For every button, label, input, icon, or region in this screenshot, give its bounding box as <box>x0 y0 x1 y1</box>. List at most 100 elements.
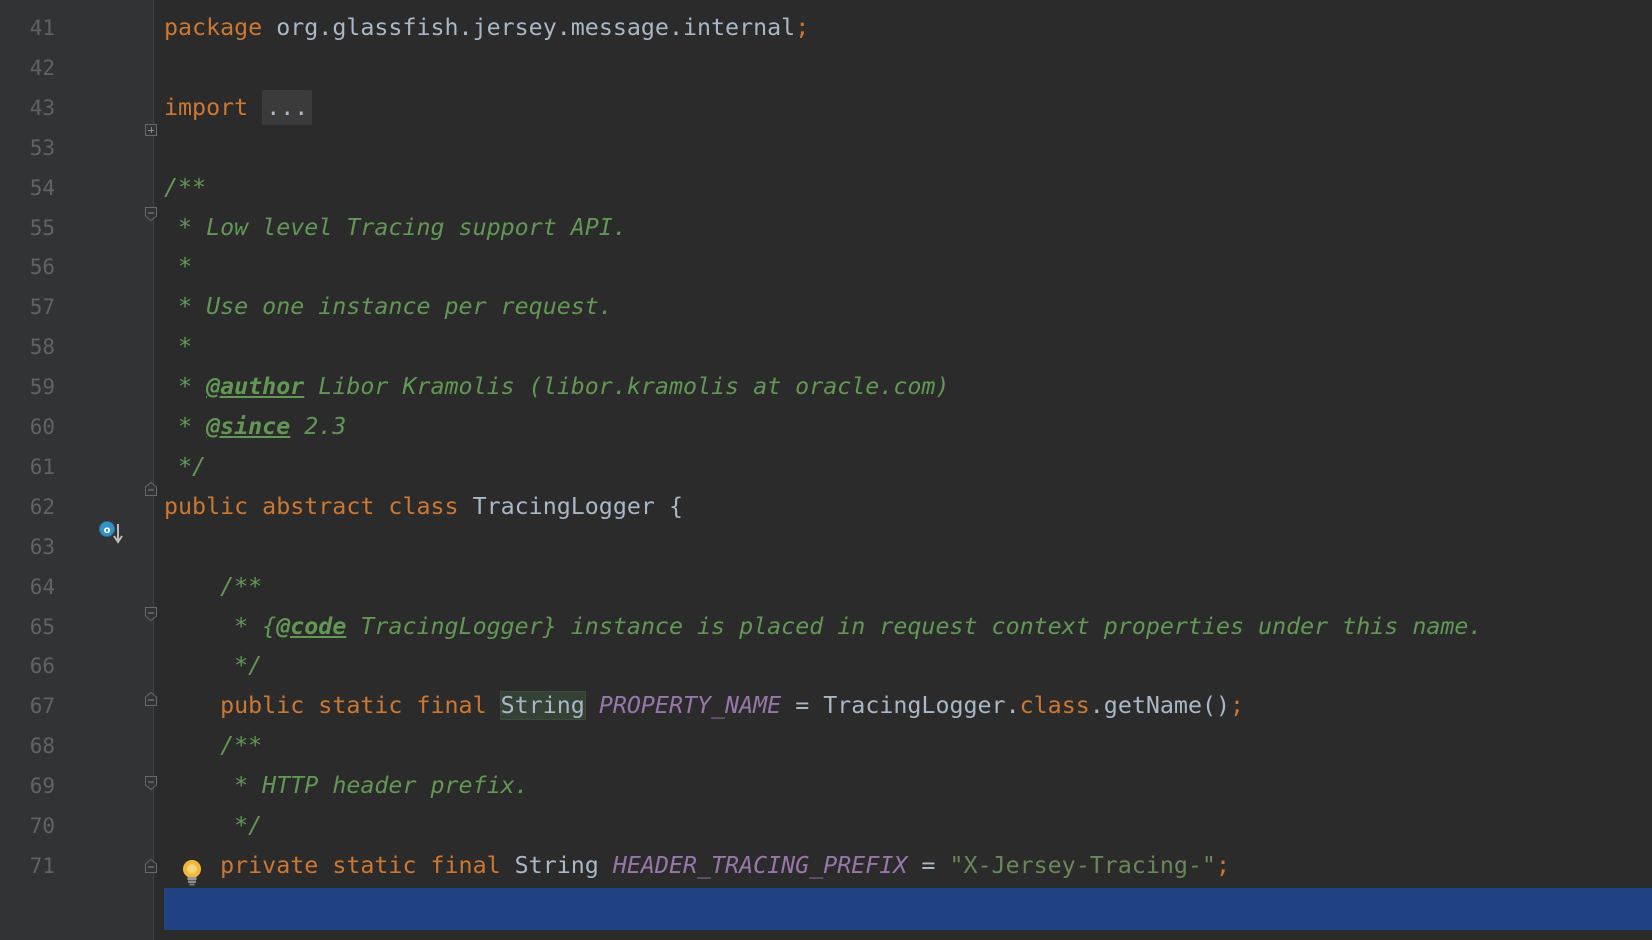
code-line[interactable]: 58 * <box>0 326 1652 368</box>
code-line[interactable]: 65 * {@code TracingLogger} instance is p… <box>0 606 1652 648</box>
fold-collapse-icon[interactable] <box>145 607 157 621</box>
code-token: * <box>164 413 207 440</box>
code-token: = <box>907 851 950 879</box>
code-token: @author <box>206 373 305 401</box>
line-number: 54 <box>29 175 55 200</box>
code-line[interactable]: 55 * Low level Tracing support API. <box>0 207 1652 249</box>
code-line[interactable]: 70 */ <box>0 805 1652 847</box>
code-line[interactable]: 61 */ <box>0 446 1652 488</box>
svg-text:o: o <box>104 525 111 536</box>
code-line[interactable]: 60 * @since 2.3 <box>0 406 1652 448</box>
code-line[interactable]: 57 * Use one instance per request. <box>0 286 1652 328</box>
code-line[interactable]: 59 * @author Libor Kramolis (libor.kramo… <box>0 366 1652 408</box>
code-text[interactable]: * HTTP header prefix. <box>164 765 529 807</box>
fold-end-icon[interactable] <box>145 859 157 873</box>
code-text[interactable]: */ <box>164 645 262 687</box>
code-token: @since <box>206 413 291 440</box>
code-token: * <box>164 253 193 281</box>
code-token: * <box>164 373 207 401</box>
line-number: 65 <box>29 614 55 639</box>
code-token: = TracingLogger. <box>781 692 1020 720</box>
code-token: */ <box>220 812 263 839</box>
line-number: 41 <box>29 16 55 40</box>
line-number: 62 <box>29 494 55 519</box>
code-token: /** <box>220 732 263 760</box>
line-number: 61 <box>29 454 55 479</box>
code-token: Libor Kramolis (libor.kramolis at oracle… <box>304 373 950 401</box>
code-token: TracingLogger { <box>472 492 683 520</box>
line-number: 42 <box>29 55 55 80</box>
fold-end-icon[interactable] <box>145 692 157 706</box>
code-text[interactable]: */ <box>164 446 206 488</box>
fold-collapse-icon[interactable] <box>145 776 157 790</box>
code-token: /** <box>164 173 207 201</box>
code-token: public abstract class <box>164 492 473 520</box>
line-number: 70 <box>29 814 55 838</box>
folded-imports-chip[interactable]: ... <box>262 89 313 125</box>
code-line[interactable]: 41 package org.glassfish.jersey.message.i… <box>0 7 1652 49</box>
line-number: 58 <box>29 335 55 360</box>
code-line[interactable]: 71 private static final String HEADER_TR… <box>0 845 1652 887</box>
intention-bulb-icon[interactable] <box>180 858 204 888</box>
line-number: 63 <box>29 534 55 559</box>
code-text[interactable]: * Low level Tracing support API. <box>164 207 627 249</box>
fold-expand-icon[interactable] <box>145 124 157 136</box>
code-text[interactable]: package org.glassfish.jersey.message.int… <box>164 7 809 49</box>
code-line[interactable]: 67 public static final String PROPERTY_N… <box>0 685 1652 727</box>
code-token: "X-Jersey-Tracing-" <box>949 851 1216 879</box>
code-text[interactable]: */ <box>164 805 262 847</box>
code-text[interactable]: * <box>164 246 192 288</box>
code-text[interactable]: * @since 2.3 <box>164 406 346 448</box>
code-line[interactable]: 56 * <box>0 246 1652 288</box>
code-text[interactable]: public static final String PROPERTY_NAME… <box>164 685 1244 727</box>
code-token: 2.3 <box>290 413 347 440</box>
code-token: * Low level Tracing support API. <box>164 213 627 241</box>
code-line[interactable]: 63 <box>0 526 1652 568</box>
highlighted-reference: String <box>499 691 586 721</box>
code-token: * HTTP header prefix. <box>220 772 529 800</box>
code-text[interactable]: import ... <box>164 87 313 129</box>
code-token: import <box>164 93 263 121</box>
code-line[interactable]: 53 <box>0 127 1652 169</box>
line-number: 53 <box>29 135 55 160</box>
code-token: String <box>514 851 613 879</box>
code-line[interactable]: 43 import ... <box>0 87 1652 129</box>
code-text[interactable]: * Use one instance per request. <box>164 286 613 328</box>
code-line[interactable]: 62 public abstract class TracingLogger { <box>0 486 1652 528</box>
code-text[interactable]: public abstract class TracingLogger { <box>164 486 683 528</box>
code-text[interactable]: /** <box>164 167 206 209</box>
code-text[interactable]: /** <box>164 566 262 608</box>
code-line[interactable]: 54 /** <box>0 167 1652 209</box>
code-token: class <box>1019 692 1090 720</box>
code-token: public static final <box>220 692 501 720</box>
code-line[interactable]: 69 * HTTP header prefix. <box>0 765 1652 807</box>
code-text[interactable]: * <box>164 326 192 368</box>
code-line[interactable]: 66 */ <box>0 645 1652 687</box>
code-line[interactable]: 64 /** <box>0 566 1652 608</box>
line-number: 64 <box>29 574 55 599</box>
code-line[interactable]: 68 /** <box>0 725 1652 767</box>
code-token: ; <box>1230 692 1245 720</box>
code-text[interactable]: private static final String HEADER_TRACI… <box>164 845 1230 887</box>
code-line[interactable]: 42 <box>0 47 1652 89</box>
code-text[interactable]: * {@code TracingLogger} instance is plac… <box>164 606 1482 648</box>
code-token: private static final <box>220 851 515 879</box>
line-number: 59 <box>29 375 55 400</box>
fold-collapse-icon[interactable] <box>145 207 157 221</box>
code-token: */ <box>220 652 263 680</box>
line-number: 55 <box>29 215 55 240</box>
code-text[interactable]: * @author Libor Kramolis (libor.kramolis… <box>164 366 949 408</box>
override-method-icon[interactable]: o <box>98 520 124 546</box>
code-token: HEADER_TRACING_PREFIX <box>612 851 908 879</box>
code-token: TracingLogger} instance is placed in req… <box>346 612 1483 640</box>
code-text[interactable]: /** <box>164 725 262 767</box>
code-token: * { <box>220 612 277 640</box>
line-number: 66 <box>29 654 55 679</box>
fold-end-icon[interactable] <box>145 482 157 496</box>
code-token: .getName() <box>1089 692 1231 720</box>
line-number: 69 <box>29 774 55 799</box>
